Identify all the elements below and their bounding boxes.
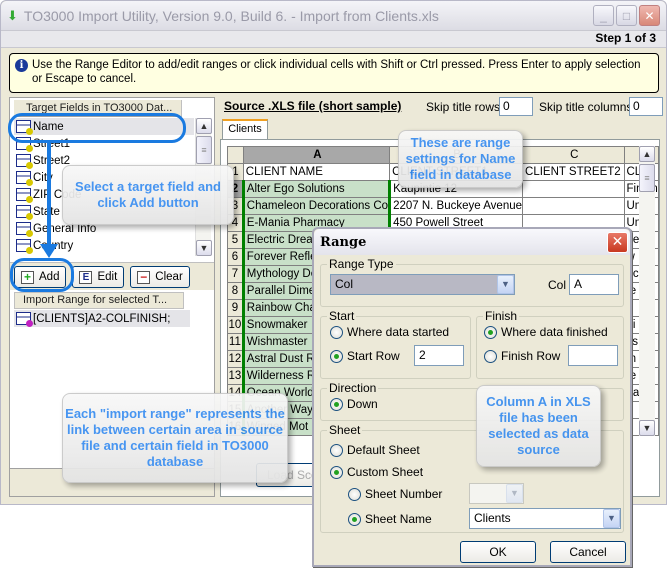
table-cell[interactable] bbox=[522, 197, 625, 215]
skip-rows-label: Skip title rows: bbox=[426, 100, 504, 114]
default-sheet-radio[interactable]: Default Sheet bbox=[330, 443, 420, 457]
edit-icon: E bbox=[79, 270, 93, 284]
sheet-number-select[interactable]: ▼ bbox=[469, 483, 524, 504]
col-label: Col bbox=[548, 278, 567, 292]
grid-scrollbar[interactable]: ▲ ≡ ▼ bbox=[639, 146, 655, 436]
table-cell[interactable]: Alter Ego Solutions bbox=[241, 180, 392, 198]
title-bar: ⬇ TO3000 Import Utility, Version 9.0, Bu… bbox=[1, 1, 666, 31]
minimize-button[interactable]: _ bbox=[593, 5, 614, 26]
column-header[interactable]: A bbox=[242, 146, 391, 164]
row-number[interactable]: 7 bbox=[227, 265, 244, 283]
table-cell[interactable]: CLIENT STREET2 bbox=[522, 163, 625, 181]
cancel-button[interactable]: Cancel bbox=[550, 541, 626, 563]
arrow-down-icon bbox=[40, 244, 58, 258]
info-icon: i bbox=[15, 59, 28, 72]
scroll-down-icon[interactable]: ▼ bbox=[639, 420, 655, 436]
row-number[interactable]: 10 bbox=[227, 316, 244, 334]
app-icon: ⬇ bbox=[7, 7, 18, 23]
start-legend: Start bbox=[329, 309, 355, 323]
callout-select-field: Select a target field and click Add butt… bbox=[62, 165, 234, 225]
row-number[interactable]: 11 bbox=[227, 333, 244, 351]
info-banner: i Use the Range Editor to add/edit range… bbox=[9, 53, 659, 93]
table-row: 3 Chameleon Decorations Co 2207 N. Buckeye… bbox=[227, 197, 659, 215]
import-range-header[interactable]: Import Range for selected T... bbox=[14, 292, 184, 309]
dialog-title: Range bbox=[320, 234, 367, 250]
scroll-down-icon[interactable]: ▼ bbox=[196, 240, 212, 256]
source-title: Source .XLS file (short sample) bbox=[224, 99, 402, 113]
row-number[interactable]: 8 bbox=[227, 282, 244, 300]
dialog-close-button[interactable]: ✕ bbox=[607, 231, 628, 253]
minus-icon: − bbox=[137, 270, 151, 284]
field-icon bbox=[16, 222, 33, 237]
scroll-thumb[interactable]: ≡ bbox=[196, 136, 212, 164]
table-cell[interactable]: CLIENT NAME bbox=[242, 163, 391, 181]
start-group: Start bbox=[320, 309, 471, 379]
range-icon bbox=[16, 312, 33, 327]
edit-button[interactable]: E Edit bbox=[72, 266, 125, 288]
arrow-line bbox=[47, 142, 51, 247]
finish-row-input[interactable] bbox=[568, 345, 618, 366]
table-cell[interactable] bbox=[522, 180, 625, 198]
start-where-data-radio[interactable]: Where data started bbox=[330, 325, 449, 339]
skip-cols-label: Skip title columns: bbox=[539, 100, 636, 114]
finish-where-data-radio[interactable]: Where data finished bbox=[484, 325, 608, 339]
highlight-add-button bbox=[10, 258, 74, 292]
highlight-name-field bbox=[8, 113, 186, 143]
finish-legend: Finish bbox=[485, 309, 518, 323]
field-icon bbox=[16, 171, 33, 186]
window-title: TO3000 Import Utility, Version 9.0, Buil… bbox=[23, 7, 439, 24]
chevron-down-icon: ▼ bbox=[497, 275, 514, 294]
row-number[interactable]: 12 bbox=[227, 350, 244, 368]
skip-rows-input[interactable]: 0 bbox=[499, 97, 533, 116]
field-icon bbox=[16, 188, 33, 203]
direction-down-radio[interactable]: Down bbox=[330, 397, 378, 411]
step-indicator: Step 1 of 3 bbox=[1, 31, 666, 48]
callout-range-settings: These are range settings for Name field … bbox=[398, 130, 523, 188]
maximize-button[interactable]: □ bbox=[616, 5, 637, 26]
row-number[interactable]: 5 bbox=[227, 231, 244, 249]
callout-import-range: Each "import range" represents the link … bbox=[62, 393, 288, 483]
row-number[interactable]: 13 bbox=[227, 367, 244, 385]
column-header[interactable]: C bbox=[522, 146, 625, 164]
sheet-name-radio[interactable]: Sheet Name bbox=[348, 512, 432, 526]
direction-legend: Direction bbox=[329, 381, 377, 395]
import-range-item[interactable]: [CLIENTS]A2-COLFINISH; bbox=[14, 310, 190, 327]
close-button[interactable]: ✕ bbox=[639, 5, 660, 26]
start-row-radio[interactable]: Start Row bbox=[330, 349, 400, 363]
field-icon bbox=[16, 239, 33, 254]
range-type-legend: Range Type bbox=[329, 257, 394, 271]
tab-clients[interactable]: Clients bbox=[222, 119, 268, 139]
finish-group: Finish bbox=[476, 309, 624, 379]
field-icon bbox=[16, 154, 33, 169]
callout-column-selected: Column A in XLS file has been selected a… bbox=[476, 385, 601, 467]
row-number[interactable]: 9 bbox=[227, 299, 244, 317]
range-type-select[interactable]: Col ▼ bbox=[330, 274, 515, 295]
info-text: Use the Range Editor to add/edit ranges … bbox=[32, 59, 641, 85]
custom-sheet-radio[interactable]: Custom Sheet bbox=[330, 465, 423, 479]
clear-button[interactable]: − Clear bbox=[130, 266, 190, 288]
col-input[interactable]: A bbox=[569, 274, 619, 295]
finish-row-radio[interactable]: Finish Row bbox=[484, 349, 560, 363]
chevron-down-icon: ▼ bbox=[506, 484, 523, 503]
table-cell[interactable]: 2207 N. Buckeye Avenue bbox=[389, 197, 524, 215]
scroll-thumb[interactable]: ≡ bbox=[639, 164, 655, 192]
sheet-name-select[interactable]: Clients ▼ bbox=[469, 508, 621, 529]
start-row-input[interactable]: 2 bbox=[414, 345, 464, 366]
sheet-number-radio[interactable]: Sheet Number bbox=[348, 487, 442, 501]
field-icon bbox=[16, 205, 33, 220]
sheet-legend: Sheet bbox=[329, 423, 361, 437]
skip-cols-input[interactable]: 0 bbox=[629, 97, 663, 116]
scroll-up-icon[interactable]: ▲ bbox=[196, 118, 212, 134]
row-number[interactable]: 6 bbox=[227, 248, 244, 266]
table-cell[interactable]: Chameleon Decorations Co bbox=[241, 197, 392, 215]
corner-cell[interactable] bbox=[227, 146, 244, 164]
dialog-title-bar: Range ✕ bbox=[314, 229, 630, 255]
chevron-down-icon: ▼ bbox=[603, 509, 620, 528]
scroll-up-icon[interactable]: ▲ bbox=[639, 146, 655, 162]
ok-button[interactable]: OK bbox=[460, 541, 536, 563]
